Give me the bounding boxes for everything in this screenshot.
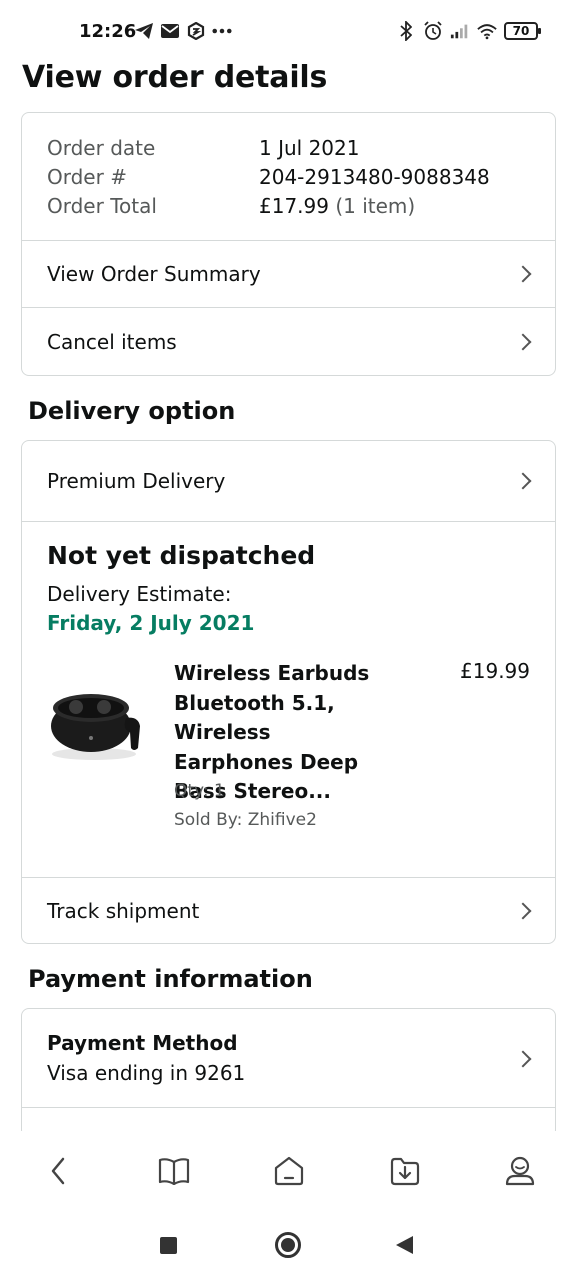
order-total-row: Order Total £17.99 (1 item) <box>47 191 547 220</box>
status-time: 12:26 <box>79 21 137 42</box>
home-button[interactable] <box>275 1232 301 1258</box>
profile-icon[interactable] <box>502 1153 538 1189</box>
order-info: Order date 1 Jul 2021 Order # 204-291348… <box>47 133 547 220</box>
divider <box>22 521 555 522</box>
product-qty: Qty: 1 <box>174 781 225 801</box>
product-image[interactable] <box>46 666 156 766</box>
bottom-nav <box>0 1131 576 1211</box>
product-price: £19.99 <box>460 659 530 683</box>
order-date-label: Order date <box>47 135 156 160</box>
app-icon <box>186 20 206 42</box>
chevron-right-icon <box>514 902 532 920</box>
product-seller: Sold By: Zhifive2 <box>174 810 317 830</box>
view-order-summary-label: View Order Summary <box>47 262 261 286</box>
order-date-row: Order date 1 Jul 2021 <box>47 133 547 162</box>
delivery-estimate-label: Delivery Estimate: <box>47 582 232 606</box>
order-total-items: (1 item) <box>335 193 416 218</box>
status-right-icons: 70 <box>396 20 541 42</box>
track-shipment-link[interactable]: Track shipment <box>22 878 555 943</box>
bluetooth-icon <box>396 20 416 42</box>
earbuds-image <box>51 694 140 760</box>
divider <box>22 1107 555 1108</box>
cancel-items-label: Cancel items <box>47 330 177 354</box>
delivery-section-title: Delivery option <box>28 397 236 425</box>
order-number-value: 204-2913480-9088348 <box>259 164 490 189</box>
delivery-card: Premium Delivery Not yet dispatched Deli… <box>21 440 556 944</box>
premium-delivery-label: Premium Delivery <box>47 469 226 493</box>
order-number-label: Order # <box>47 164 127 189</box>
order-info-card: Order date 1 Jul 2021 Order # 204-291348… <box>21 112 556 376</box>
page-title: View order details <box>22 60 328 95</box>
system-nav-bar <box>0 1212 576 1280</box>
wifi-icon <box>477 20 497 42</box>
chevron-right-icon <box>514 472 532 490</box>
cancel-items-link[interactable]: Cancel items <box>22 308 555 375</box>
book-icon[interactable] <box>156 1153 192 1189</box>
premium-delivery-link[interactable]: Premium Delivery <box>22 441 555 521</box>
alarm-icon <box>423 20 443 42</box>
home-icon[interactable] <box>271 1153 307 1189</box>
order-total-value: £17.99 (1 item) <box>259 194 415 218</box>
battery-indicator: 70 <box>504 22 541 40</box>
payment-section-title: Payment information <box>28 965 313 993</box>
mail-icon <box>160 20 180 42</box>
status-bar: 12:26 70 <box>0 0 576 60</box>
order-total-amount: £17.99 <box>259 193 329 218</box>
view-order-summary-link[interactable]: View Order Summary <box>22 241 555 307</box>
signal-icon <box>450 20 470 42</box>
telegram-icon <box>134 20 154 42</box>
more-icon <box>212 20 232 42</box>
back-icon[interactable] <box>40 1153 76 1189</box>
status-left-icons <box>134 20 232 42</box>
system-back-button[interactable] <box>396 1236 413 1254</box>
chevron-right-icon <box>514 333 532 351</box>
chevron-right-icon <box>514 265 532 283</box>
track-shipment-label: Track shipment <box>47 899 200 923</box>
payment-method-row[interactable]: Payment Method Visa ending in 9261 <box>22 1009 555 1107</box>
payment-method-value: Visa ending in 9261 <box>47 1061 246 1085</box>
recent-apps-button[interactable] <box>160 1237 177 1254</box>
payment-method-title: Payment Method <box>47 1031 238 1055</box>
dispatch-status: Not yet dispatched <box>47 541 316 570</box>
delivery-estimate-date: Friday, 2 July 2021 <box>47 611 255 635</box>
download-icon[interactable] <box>387 1153 423 1189</box>
chevron-right-icon <box>514 1050 532 1068</box>
order-number-row: Order # 204-2913480-9088348 <box>47 162 547 191</box>
order-total-label: Order Total <box>47 193 157 218</box>
payment-card: Payment Method Visa ending in 9261 <box>21 1008 556 1138</box>
order-date-value: 1 Jul 2021 <box>259 135 360 160</box>
